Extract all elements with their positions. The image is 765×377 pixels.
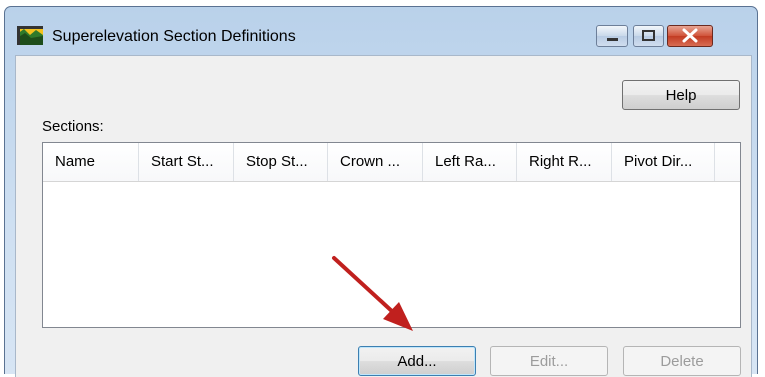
minimize-button[interactable] bbox=[596, 25, 628, 47]
column-header-name[interactable]: Name bbox=[43, 143, 139, 181]
column-header-crown[interactable]: Crown ... bbox=[328, 143, 423, 181]
dialog-window: Superelevation Section Definitions Help … bbox=[4, 6, 758, 377]
app-icon bbox=[17, 26, 43, 45]
maximize-icon bbox=[642, 30, 655, 41]
column-header-empty bbox=[715, 143, 740, 181]
add-button[interactable]: Add... bbox=[358, 346, 476, 376]
column-header-pivot-direction[interactable]: Pivot Dir... bbox=[612, 143, 715, 181]
help-button[interactable]: Help bbox=[622, 80, 740, 110]
maximize-button[interactable] bbox=[633, 25, 664, 47]
column-header-left-rate[interactable]: Left Ra... bbox=[423, 143, 517, 181]
column-header-right-rate[interactable]: Right R... bbox=[517, 143, 612, 181]
list-header: Name Start St... Stop St... Crown ... Le… bbox=[43, 143, 740, 182]
minimize-icon bbox=[607, 38, 618, 41]
sections-label: Sections: bbox=[42, 118, 104, 135]
dialog-client-area: Help Sections: Name Start St... Stop St.… bbox=[15, 55, 752, 377]
title-bar[interactable]: Superelevation Section Definitions bbox=[5, 7, 757, 47]
sections-list[interactable]: Name Start St... Stop St... Crown ... Le… bbox=[42, 142, 741, 328]
close-button[interactable] bbox=[667, 25, 713, 47]
window-title: Superelevation Section Definitions bbox=[52, 28, 296, 45]
column-header-start-station[interactable]: Start St... bbox=[139, 143, 234, 181]
delete-button[interactable]: Delete bbox=[623, 346, 741, 376]
close-icon bbox=[682, 28, 698, 43]
edit-button[interactable]: Edit... bbox=[490, 346, 608, 376]
column-header-stop-station[interactable]: Stop St... bbox=[234, 143, 328, 181]
